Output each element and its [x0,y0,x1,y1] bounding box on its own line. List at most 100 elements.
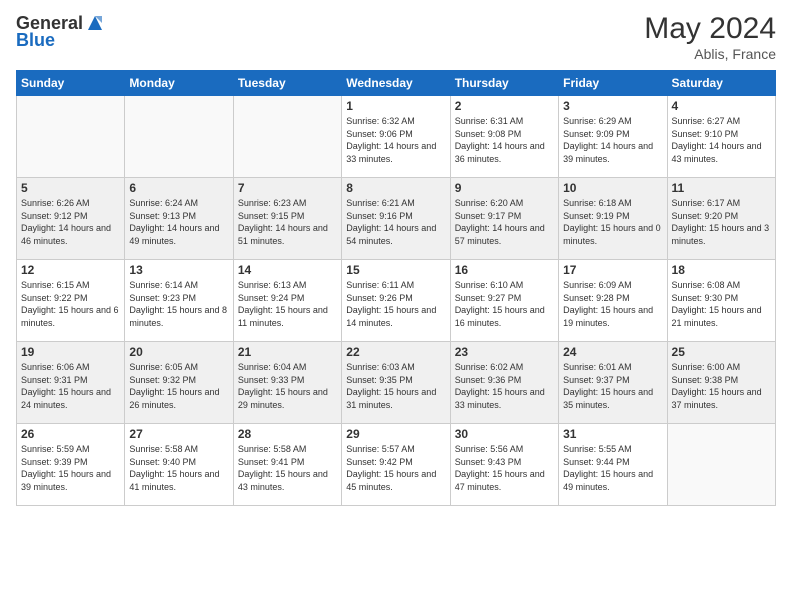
cell-info: Sunrise: 6:03 AMSunset: 9:35 PMDaylight:… [346,361,445,411]
cell-info: Sunrise: 6:08 AMSunset: 9:30 PMDaylight:… [672,279,771,329]
day-number: 5 [21,181,120,195]
cell-info: Sunrise: 6:01 AMSunset: 9:37 PMDaylight:… [563,361,662,411]
day-number: 19 [21,345,120,359]
cell-info: Sunrise: 6:04 AMSunset: 9:33 PMDaylight:… [238,361,337,411]
col-header-saturday: Saturday [667,71,775,96]
day-number: 6 [129,181,228,195]
calendar-cell: 15 Sunrise: 6:11 AMSunset: 9:26 PMDayligh… [342,260,450,342]
day-number: 30 [455,427,554,441]
day-number: 17 [563,263,662,277]
cell-info: Sunrise: 5:56 AMSunset: 9:43 PMDaylight:… [455,443,554,493]
day-number: 3 [563,99,662,113]
calendar-cell: 22 Sunrise: 6:03 AMSunset: 9:35 PMDayligh… [342,342,450,424]
cell-info: Sunrise: 6:14 AMSunset: 9:23 PMDaylight:… [129,279,228,329]
col-header-sunday: Sunday [17,71,125,96]
day-number: 22 [346,345,445,359]
cell-info: Sunrise: 6:10 AMSunset: 9:27 PMDaylight:… [455,279,554,329]
day-number: 28 [238,427,337,441]
day-number: 16 [455,263,554,277]
day-number: 21 [238,345,337,359]
calendar-cell [233,96,341,178]
calendar-cell: 30 Sunrise: 5:56 AMSunset: 9:43 PMDayligh… [450,424,558,506]
calendar-week-row: 19 Sunrise: 6:06 AMSunset: 9:31 PMDayligh… [17,342,776,424]
calendar-cell: 10 Sunrise: 6:18 AMSunset: 9:19 PMDayligh… [559,178,667,260]
calendar-cell: 17 Sunrise: 6:09 AMSunset: 9:28 PMDayligh… [559,260,667,342]
day-number: 1 [346,99,445,113]
cell-info: Sunrise: 6:21 AMSunset: 9:16 PMDaylight:… [346,197,445,247]
cell-info: Sunrise: 6:18 AMSunset: 9:19 PMDaylight:… [563,197,662,247]
day-number: 14 [238,263,337,277]
day-number: 13 [129,263,228,277]
day-number: 27 [129,427,228,441]
col-header-friday: Friday [559,71,667,96]
cell-info: Sunrise: 6:15 AMSunset: 9:22 PMDaylight:… [21,279,120,329]
cell-info: Sunrise: 5:58 AMSunset: 9:41 PMDaylight:… [238,443,337,493]
cell-info: Sunrise: 6:06 AMSunset: 9:31 PMDaylight:… [21,361,120,411]
day-number: 15 [346,263,445,277]
day-number: 10 [563,181,662,195]
calendar-cell: 3 Sunrise: 6:29 AMSunset: 9:09 PMDaylight… [559,96,667,178]
calendar-cell: 12 Sunrise: 6:15 AMSunset: 9:22 PMDayligh… [17,260,125,342]
calendar-cell: 24 Sunrise: 6:01 AMSunset: 9:37 PMDayligh… [559,342,667,424]
cell-info: Sunrise: 5:55 AMSunset: 9:44 PMDaylight:… [563,443,662,493]
calendar-cell [125,96,233,178]
day-number: 12 [21,263,120,277]
page: General Blue May 2024 Ablis, France Sund… [0,0,792,612]
cell-info: Sunrise: 6:24 AMSunset: 9:13 PMDaylight:… [129,197,228,247]
calendar-cell: 14 Sunrise: 6:13 AMSunset: 9:24 PMDayligh… [233,260,341,342]
cell-info: Sunrise: 6:05 AMSunset: 9:32 PMDaylight:… [129,361,228,411]
calendar-week-row: 26 Sunrise: 5:59 AMSunset: 9:39 PMDayligh… [17,424,776,506]
cell-info: Sunrise: 6:09 AMSunset: 9:28 PMDaylight:… [563,279,662,329]
day-number: 18 [672,263,771,277]
calendar-cell: 25Sunrise: 6:00 AMSunset: 9:38 PMDayligh… [667,342,775,424]
calendar-cell: 19 Sunrise: 6:06 AMSunset: 9:31 PMDayligh… [17,342,125,424]
logo: General Blue [16,12,107,51]
calendar-cell: 7 Sunrise: 6:23 AMSunset: 9:15 PMDaylight… [233,178,341,260]
cell-info: Sunrise: 6:20 AMSunset: 9:17 PMDaylight:… [455,197,554,247]
month-year: May 2024 [644,12,776,46]
calendar-cell: 6 Sunrise: 6:24 AMSunset: 9:13 PMDaylight… [125,178,233,260]
cell-info: Sunrise: 5:57 AMSunset: 9:42 PMDaylight:… [346,443,445,493]
cell-info: Sunrise: 6:11 AMSunset: 9:26 PMDaylight:… [346,279,445,329]
calendar-header-row: SundayMondayTuesdayWednesdayThursdayFrid… [17,71,776,96]
calendar: SundayMondayTuesdayWednesdayThursdayFrid… [16,70,776,506]
calendar-cell: 20 Sunrise: 6:05 AMSunset: 9:32 PMDayligh… [125,342,233,424]
calendar-cell: 29 Sunrise: 5:57 AMSunset: 9:42 PMDayligh… [342,424,450,506]
cell-info: Sunrise: 6:26 AMSunset: 9:12 PMDaylight:… [21,197,120,247]
calendar-cell: 18 Sunrise: 6:08 AMSunset: 9:30 PMDayligh… [667,260,775,342]
title-block: May 2024 Ablis, France [644,12,776,62]
col-header-wednesday: Wednesday [342,71,450,96]
header: General Blue May 2024 Ablis, France [16,12,776,62]
day-number: 20 [129,345,228,359]
calendar-cell [17,96,125,178]
cell-info: Sunrise: 6:02 AMSunset: 9:36 PMDaylight:… [455,361,554,411]
logo-blue: Blue [16,30,55,51]
calendar-cell: 27 Sunrise: 5:58 AMSunset: 9:40 PMDayligh… [125,424,233,506]
day-number: 2 [455,99,554,113]
calendar-week-row: 5 Sunrise: 6:26 AMSunset: 9:12 PMDaylight… [17,178,776,260]
day-number: 31 [563,427,662,441]
calendar-cell: 16 Sunrise: 6:10 AMSunset: 9:27 PMDayligh… [450,260,558,342]
day-number: 26 [21,427,120,441]
calendar-cell: 9 Sunrise: 6:20 AMSunset: 9:17 PMDaylight… [450,178,558,260]
col-header-tuesday: Tuesday [233,71,341,96]
cell-info: Sunrise: 6:13 AMSunset: 9:24 PMDaylight:… [238,279,337,329]
day-number: 9 [455,181,554,195]
calendar-cell: 2 Sunrise: 6:31 AMSunset: 9:08 PMDaylight… [450,96,558,178]
cell-info: Sunrise: 5:59 AMSunset: 9:39 PMDaylight:… [21,443,120,493]
day-number: 24 [563,345,662,359]
day-number: 8 [346,181,445,195]
day-number: 7 [238,181,337,195]
calendar-cell: 13 Sunrise: 6:14 AMSunset: 9:23 PMDayligh… [125,260,233,342]
cell-info: Sunrise: 6:27 AMSunset: 9:10 PMDaylight:… [672,115,771,165]
calendar-week-row: 12 Sunrise: 6:15 AMSunset: 9:22 PMDayligh… [17,260,776,342]
calendar-cell: 5 Sunrise: 6:26 AMSunset: 9:12 PMDaylight… [17,178,125,260]
cell-info: Sunrise: 5:58 AMSunset: 9:40 PMDaylight:… [129,443,228,493]
col-header-monday: Monday [125,71,233,96]
cell-info: Sunrise: 6:31 AMSunset: 9:08 PMDaylight:… [455,115,554,165]
calendar-cell [667,424,775,506]
day-number: 29 [346,427,445,441]
calendar-cell: 8 Sunrise: 6:21 AMSunset: 9:16 PMDaylight… [342,178,450,260]
cell-info: Sunrise: 6:23 AMSunset: 9:15 PMDaylight:… [238,197,337,247]
cell-info: Sunrise: 6:29 AMSunset: 9:09 PMDaylight:… [563,115,662,165]
